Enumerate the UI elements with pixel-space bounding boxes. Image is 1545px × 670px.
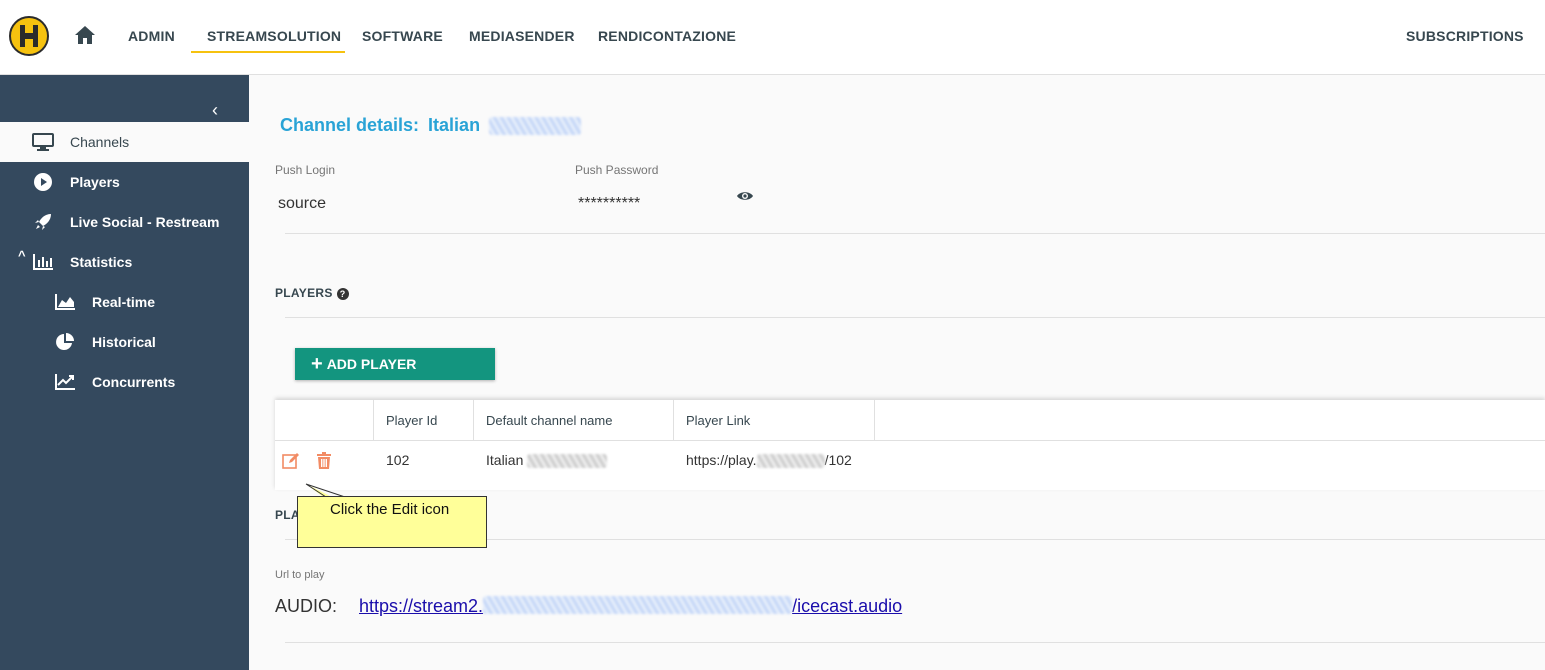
sidebar-item-historical[interactable]: Historical <box>0 322 249 362</box>
sidebar: ‹ Channels Players Live Social - Restrea… <box>0 75 249 670</box>
column-header-player-link[interactable]: Player Link <box>674 400 875 440</box>
divider <box>285 233 1545 234</box>
players-table: Player Id Default channel name Player Li… <box>275 400 1545 490</box>
play-circle-icon <box>32 172 54 192</box>
sidebar-item-label: Statistics <box>70 254 133 270</box>
nav-mediasender[interactable]: MEDIASENDER <box>469 28 575 44</box>
divider <box>285 642 1545 643</box>
line-chart-icon <box>54 372 76 392</box>
help-icon[interactable]: ? <box>336 288 349 300</box>
audio-link-suffix: /icecast.audio <box>792 596 903 616</box>
player-id-cell: 102 <box>386 452 410 468</box>
plus-icon: + <box>311 353 323 375</box>
sidebar-item-realtime[interactable]: Real-time <box>0 282 249 322</box>
sidebar-item-players[interactable]: Players <box>0 162 249 202</box>
sidebar-item-label: Real-time <box>92 294 156 310</box>
push-login-value[interactable]: source <box>278 195 326 213</box>
area-chart-icon <box>54 292 76 312</box>
players-section-label: PLAYERS? <box>275 286 349 300</box>
player-link-cell[interactable]: https://play. /102 <box>686 452 852 469</box>
nav-subscriptions[interactable]: SUBSCRIPTIONS <box>1406 28 1524 44</box>
push-login-label: Push Login <box>275 163 336 177</box>
callout-text: Click the Edit icon <box>330 501 450 518</box>
sidebar-item-label: Players <box>70 174 120 190</box>
audio-stream-link[interactable]: https://stream2. /icecast.audio <box>359 596 902 617</box>
sidebar-item-live-social[interactable]: Live Social - Restream <box>0 202 249 242</box>
app-logo[interactable] <box>9 16 49 56</box>
chevron-up-icon[interactable]: ^ <box>18 248 26 263</box>
edit-icon[interactable] <box>282 452 300 470</box>
sidebar-item-label: Live Social - Restream <box>70 214 220 230</box>
sidebar-item-channels[interactable]: Channels <box>0 122 249 162</box>
callout-note: Click the Edit icon <box>297 496 487 548</box>
redacted-text <box>527 454 608 469</box>
redacted-text <box>489 117 582 136</box>
column-header-actions <box>275 400 374 440</box>
nav-software[interactable]: SOFTWARE <box>362 28 443 44</box>
channel-name: Italian <box>428 115 481 135</box>
column-header-player-id[interactable]: Player Id <box>374 400 474 440</box>
nav-active-indicator <box>191 51 345 53</box>
url-to-play-label: Url to play <box>275 569 325 581</box>
add-player-button[interactable]: + ADD PLAYER <box>295 348 495 380</box>
channel-name-text: Italian <box>486 452 524 468</box>
rocket-icon <box>32 212 54 232</box>
player-link-prefix: https://play. <box>686 452 757 468</box>
player-link-suffix: /102 <box>824 452 852 468</box>
redacted-text <box>483 596 793 614</box>
pie-chart-icon <box>54 332 76 352</box>
sidebar-item-label: Channels <box>70 134 130 150</box>
audio-link-prefix: https://stream2. <box>359 596 484 616</box>
push-password-label: Push Password <box>575 163 659 177</box>
sidebar-collapse-icon[interactable]: ‹ <box>212 101 226 119</box>
top-navbar: ADMIN STREAMSOLUTION SOFTWARE MEDIASENDE… <box>0 0 1545 75</box>
nav-streamsolution[interactable]: STREAMSOLUTION <box>207 28 341 44</box>
eye-icon[interactable] <box>736 190 754 202</box>
sidebar-item-label: Concurrents <box>92 374 176 390</box>
title-prefix: Channel details: <box>280 115 420 135</box>
nav-admin[interactable]: ADMIN <box>128 28 175 44</box>
monitor-icon <box>32 132 54 152</box>
page-title: Channel details: Italian <box>280 115 582 136</box>
sidebar-item-statistics[interactable]: ^ Statistics <box>0 242 249 282</box>
column-header-channel-name[interactable]: Default channel name <box>474 400 674 440</box>
sidebar-item-concurrents[interactable]: Concurrents <box>0 362 249 402</box>
main-content: Channel details: Italian Push Login sour… <box>249 75 1545 670</box>
nav-rendicontazione[interactable]: RENDICONTAZIONE <box>598 28 736 44</box>
divider <box>285 317 1545 318</box>
audio-label: AUDIO: <box>275 596 338 616</box>
bar-chart-icon <box>32 252 54 272</box>
sidebar-item-label: Historical <box>92 334 156 350</box>
row-divider <box>275 440 1545 441</box>
home-icon[interactable] <box>74 25 96 45</box>
push-password-value[interactable]: ********** <box>578 195 640 213</box>
logo-x-icon <box>20 25 38 47</box>
add-player-label: ADD PLAYER <box>326 356 417 372</box>
redacted-text <box>756 454 825 469</box>
channel-name-cell: Italian <box>486 452 608 469</box>
players-section-text: PLAYERS <box>275 286 333 300</box>
delete-icon[interactable] <box>315 452 333 470</box>
